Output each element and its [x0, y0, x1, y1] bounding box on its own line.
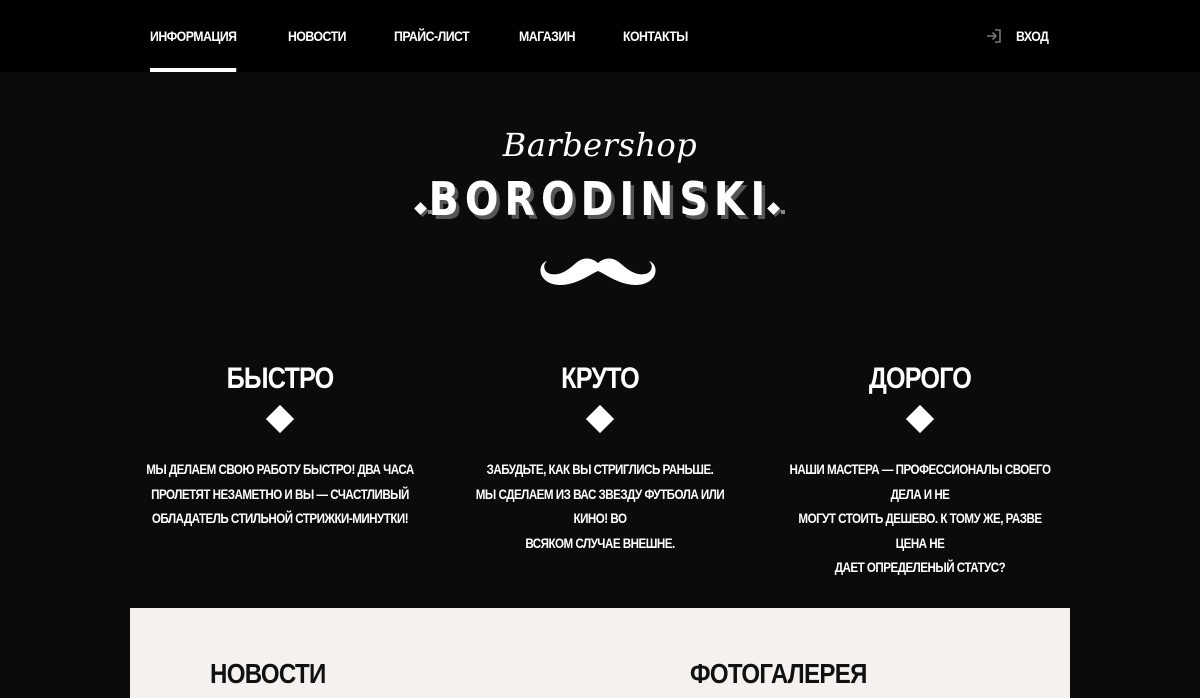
logo-script-text: Barbershop: [502, 126, 698, 164]
nav-item-shop[interactable]: МАГАЗИН: [519, 0, 576, 72]
news-heading: НОВОСТИ: [210, 658, 326, 689]
feature-expensive: ДОРОГО НАШИ МАСТЕРА — ПРОФЕССИОНАЛЫ СВОЕ…: [760, 360, 1080, 575]
logo-left-dot-icon: [428, 210, 432, 214]
feature-title: КРУТО: [561, 362, 640, 395]
login-link[interactable]: ВХОД: [986, 0, 1053, 72]
logo-name: BORODINSKI: [428, 172, 772, 226]
feature-fast: БЫСТРО МЫ ДЕЛАЕМ СВОЮ РАБОТУ БЫСТРО! ДВА…: [120, 360, 440, 526]
nav-item-contacts[interactable]: КОНТАКТЫ: [623, 0, 688, 72]
barbershop-logo[interactable]: Barbershop BORODINSKI: [400, 120, 800, 300]
feature-title: БЫСТРО: [226, 362, 335, 395]
feature-title: ДОРОГО: [868, 362, 972, 395]
diamond-icon: [905, 404, 935, 434]
nav-item-price-list[interactable]: ПРАЙС-ЛИСТ: [394, 0, 470, 72]
feature-cool: КРУТО ЗАБУДЬТЕ, КАК ВЫ СТРИГЛИСЬ РАНЬШЕ.…: [440, 360, 760, 551]
top-navigation-bar: ИНФОРМАЦИЯ НОВОСТИ ПРАЙС-ЛИСТ МАГАЗИН КО…: [0, 0, 1200, 72]
diamond-icon: [265, 404, 295, 434]
login-label: ВХОД: [1016, 28, 1049, 44]
nav-item-information[interactable]: ИНФОРМАЦИЯ: [150, 0, 237, 72]
features-section: БЫСТРО МЫ ДЕЛАЕМ СВОЮ РАБОТУ БЫСТРО! ДВА…: [130, 360, 1090, 575]
feature-description: ЗАБУДЬТЕ, КАК ВЫ СТРИГЛИСЬ РАНЬШЕ. МЫ СД…: [475, 462, 725, 551]
content-panel: НОВОСТИ ФОТОГАЛЕРЕЯ: [130, 608, 1070, 698]
feature-description: МЫ ДЕЛАЕМ СВОЮ РАБОТУ БЫСТРО! ДВА ЧАСА П…: [146, 462, 414, 526]
feature-description: НАШИ МАСТЕРА — ПРОФЕССИОНАЛЫ СВОЕГО ДЕЛА…: [789, 462, 1051, 575]
nav-item-news[interactable]: НОВОСТИ: [288, 0, 346, 72]
login-arrow-icon: [987, 29, 1001, 43]
main-nav: ИНФОРМАЦИЯ НОВОСТИ ПРАЙС-ЛИСТ МАГАЗИН КО…: [150, 0, 737, 72]
mustache-icon: [540, 258, 656, 285]
gallery-heading: ФОТОГАЛЕРЕЯ: [690, 658, 867, 689]
diamond-icon: [585, 404, 615, 434]
logo-left-diamond-icon: [414, 202, 427, 215]
logo-right-dot-icon: [781, 210, 785, 214]
